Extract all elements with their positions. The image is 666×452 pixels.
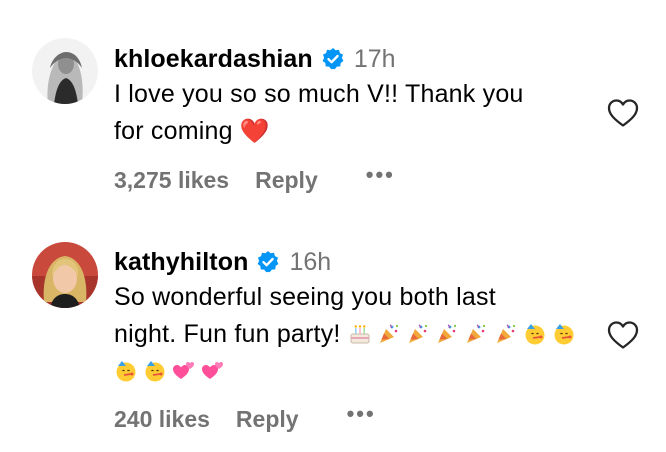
more-options-icon[interactable]: ••• bbox=[366, 163, 395, 186]
likes-count[interactable]: 3,275 likes bbox=[114, 167, 229, 194]
partying-face-emoji-icon bbox=[525, 324, 545, 345]
comment-line-text: for coming bbox=[114, 117, 233, 145]
party-popper-emoji-icon bbox=[409, 324, 428, 343]
timestamp[interactable]: 17h bbox=[354, 45, 396, 74]
partying-face-emoji-icon bbox=[554, 324, 574, 345]
red-heart-emoji-icon: ❤️ bbox=[239, 118, 270, 145]
verified-badge-icon bbox=[256, 250, 280, 274]
timestamp[interactable]: 16h bbox=[289, 248, 331, 277]
username[interactable]: kathyhilton bbox=[114, 248, 248, 277]
reply-button[interactable]: Reply bbox=[255, 167, 318, 194]
birthday-cake-emoji-icon bbox=[350, 325, 370, 344]
comment-emoji-line bbox=[114, 353, 584, 390]
verified-badge-icon bbox=[321, 47, 345, 71]
avatar[interactable] bbox=[32, 38, 98, 104]
emoji-row bbox=[341, 320, 574, 348]
party-popper-emoji-icon bbox=[438, 324, 457, 343]
comment-line: I love you so so much V!! Thank you bbox=[114, 80, 524, 108]
like-heart-icon[interactable] bbox=[606, 320, 640, 350]
party-popper-emoji-icon bbox=[379, 324, 398, 343]
comment-line: So wonderful seeing you both last bbox=[114, 283, 496, 311]
two-hearts-emoji-icon bbox=[202, 362, 224, 379]
party-popper-emoji-icon bbox=[467, 324, 486, 343]
comment-line: night. Fun fun party! bbox=[114, 316, 584, 353]
partying-face-emoji-icon bbox=[145, 361, 165, 382]
comment-text: I love you so so much V!! Thank you for … bbox=[114, 76, 584, 150]
reply-button[interactable]: Reply bbox=[236, 406, 299, 433]
avatar[interactable] bbox=[32, 242, 98, 308]
partying-face-emoji-icon bbox=[116, 361, 136, 382]
like-heart-icon[interactable] bbox=[606, 98, 640, 128]
comment-line: for coming ❤️ bbox=[114, 113, 584, 150]
likes-count[interactable]: 240 likes bbox=[114, 406, 210, 433]
more-options-icon[interactable]: ••• bbox=[347, 402, 376, 425]
username[interactable]: khloekardashian bbox=[114, 45, 313, 74]
party-popper-emoji-icon bbox=[496, 324, 515, 343]
two-hearts-emoji-icon bbox=[173, 362, 195, 379]
comment-line-text: night. Fun fun party! bbox=[114, 320, 341, 348]
comment-text: So wonderful seeing you both last night.… bbox=[114, 279, 584, 390]
